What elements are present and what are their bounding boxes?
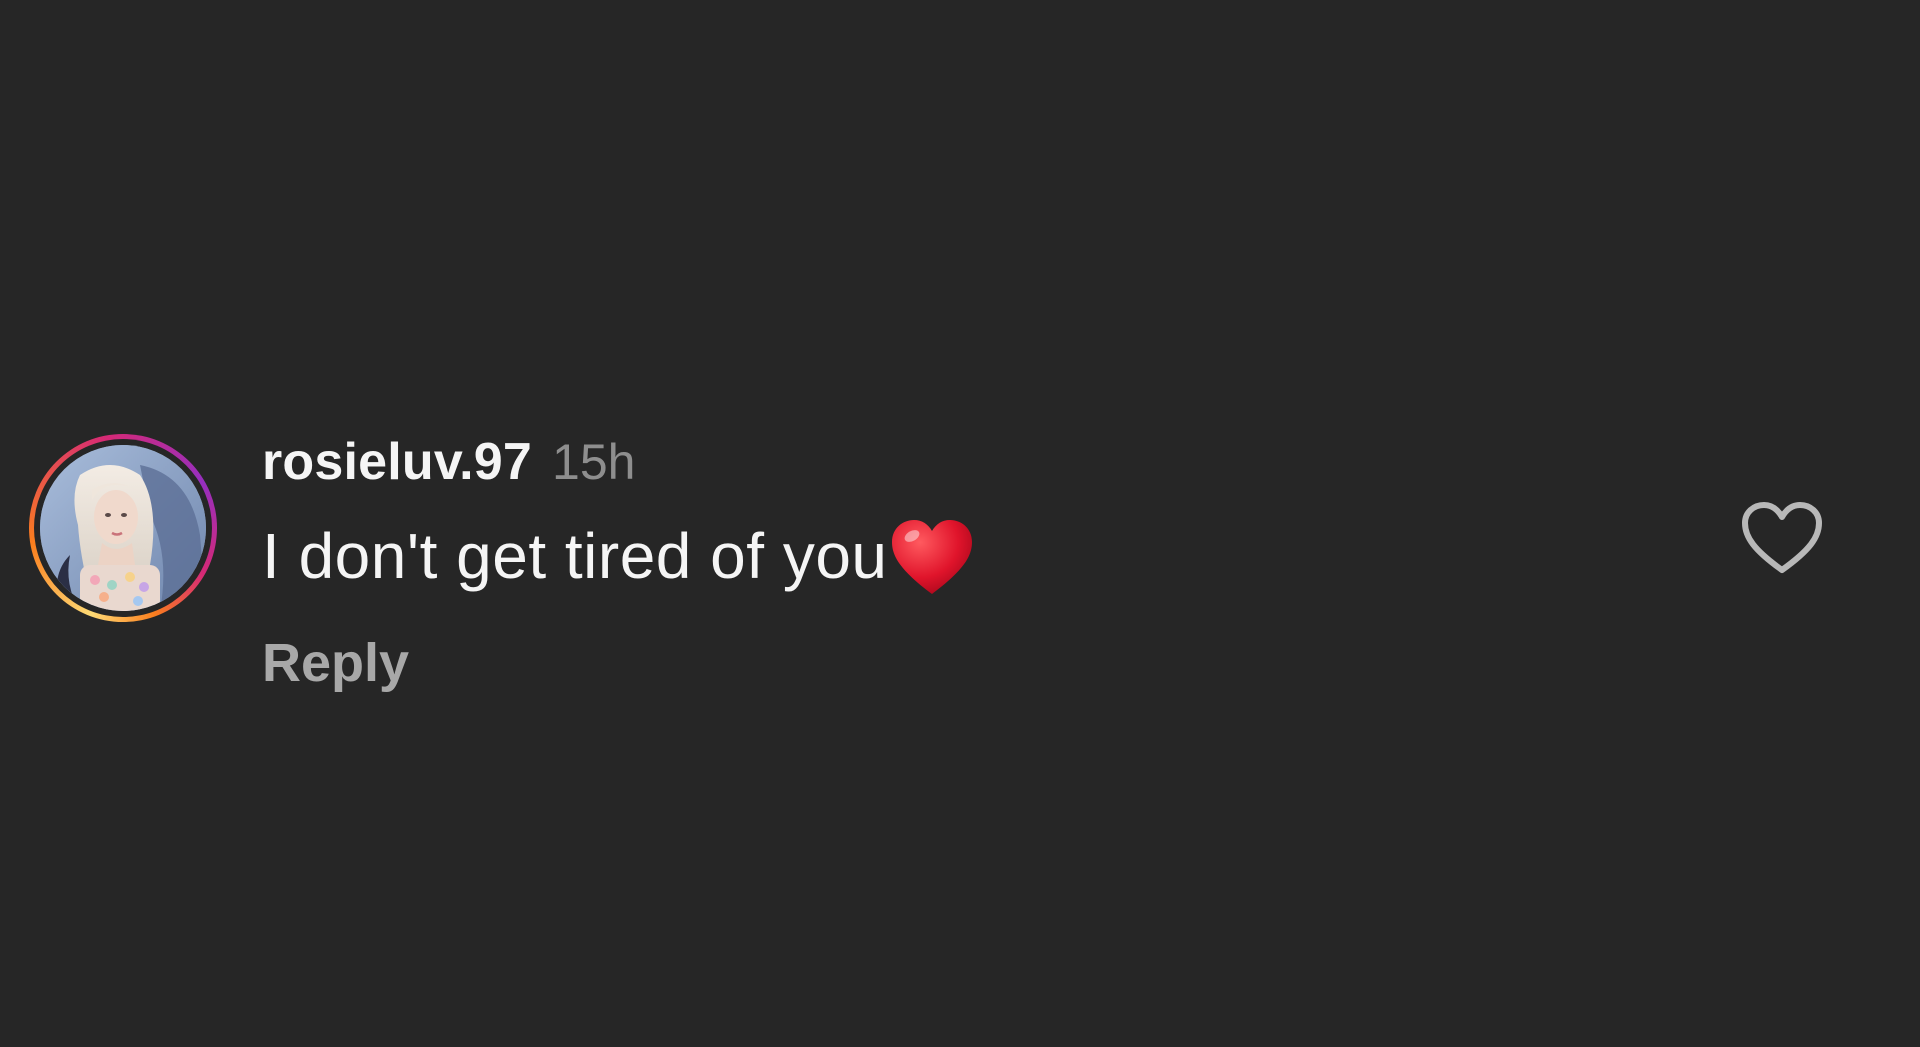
red-heart-emoji — [890, 518, 974, 598]
story-ring[interactable] — [29, 434, 217, 622]
comment-body: I don't get tired of you — [262, 516, 974, 596]
avatar-image — [40, 445, 206, 611]
comment-text: I don't get tired of you — [262, 520, 888, 592]
comment-item: rosieluv.97 15h I don't get tired of you — [0, 0, 1920, 1047]
comment-content: rosieluv.97 15h I don't get tired of you — [262, 432, 974, 694]
avatar[interactable] — [40, 445, 206, 611]
comments-screen: rosieluv.97 15h I don't get tired of you — [0, 0, 1920, 1047]
timestamp[interactable]: 15h — [552, 433, 635, 491]
username[interactable]: rosieluv.97 — [262, 432, 532, 492]
like-button[interactable] — [1740, 500, 1824, 576]
heart-outline-icon — [1742, 502, 1822, 573]
reply-button[interactable]: Reply — [262, 633, 409, 693]
comment-meta: rosieluv.97 15h — [262, 432, 974, 496]
